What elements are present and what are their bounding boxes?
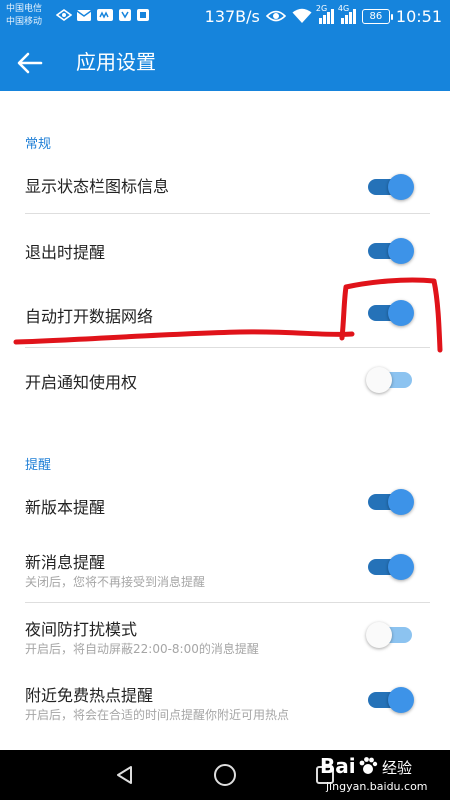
toggle-auto-data[interactable] <box>366 300 414 326</box>
setting-subtitle: 关闭后，您将不再接受到消息提醒 <box>25 575 206 589</box>
setting-title: 夜间防打扰模式 <box>25 620 138 639</box>
setting-title: 新版本提醒 <box>25 498 106 517</box>
signal-2g: 2G <box>316 4 334 24</box>
toggle-notification-access[interactable] <box>366 367 414 393</box>
carrier-2: 中国移动 <box>6 17 43 27</box>
carrier-info: 中国电信 中国移动 <box>6 3 42 29</box>
carrier-1: 中国电信 <box>6 4 43 14</box>
network-speed: 137B/s <box>204 6 260 26</box>
settings-list: 常规 显示状态栏图标信息 退出时提醒 自动打开数据网络 开启通知使用权 提醒 新… <box>0 91 450 750</box>
app-notification-icon <box>118 7 132 26</box>
setting-row-exit-reminder[interactable]: 退出时提醒 <box>0 227 450 279</box>
watermark-url: jingyan.baidu.com <box>326 780 428 793</box>
setting-row-night-mode[interactable]: 夜间防打扰模式 开启后，将自动屏蔽22:00-8:00的消息提醒 <box>0 609 450 667</box>
divider <box>25 213 430 214</box>
setting-row-hotspot[interactable]: 附近免费热点提醒 开启后，将会在合适的时间点提醒你附近可用热点 <box>0 675 450 733</box>
battery-level: 86 <box>369 10 383 22</box>
circle-home-icon <box>214 764 236 786</box>
section-header-reminders: 提醒 <box>25 458 52 473</box>
toggle-knob <box>388 489 414 515</box>
toggle-night-mode[interactable] <box>366 622 414 648</box>
setting-row-new-message[interactable]: 新消息提醒 关闭后，您将不再接受到消息提醒 <box>0 543 450 601</box>
battery-icon: 86 <box>361 8 393 24</box>
signal-4g: 4G <box>338 4 356 24</box>
arrow-left-icon <box>17 52 43 74</box>
setting-row-status-icon[interactable]: 显示状态栏图标信息 <box>0 161 450 213</box>
setting-subtitle: 开启后，将会在合适的时间点提醒你附近可用热点 <box>25 708 290 722</box>
divider <box>25 347 430 348</box>
setting-title: 显示状态栏图标信息 <box>25 177 170 196</box>
eye-comfort-icon <box>265 9 286 23</box>
setting-title: 附近免费热点提醒 <box>25 686 154 705</box>
setting-title: 开启通知使用权 <box>25 373 138 392</box>
status-indicators: 137B/s 2G 4G 86 10:51 <box>199 4 442 28</box>
label-4g: 4G <box>337 4 350 13</box>
toggle-exit-reminder[interactable] <box>366 238 414 264</box>
section-header-general: 常规 <box>25 137 52 152</box>
image-icon <box>136 7 150 26</box>
divider <box>25 602 430 603</box>
toggle-knob <box>366 367 392 393</box>
wifi-app-icon <box>96 7 114 26</box>
setting-title: 退出时提醒 <box>25 243 106 262</box>
toggle-knob <box>388 238 414 264</box>
toggle-hotspot[interactable] <box>366 687 414 713</box>
toggle-knob <box>388 300 414 326</box>
setting-title: 新消息提醒 <box>25 553 106 572</box>
nav-home-button[interactable] <box>208 758 242 792</box>
toggle-status-icon[interactable] <box>366 174 414 200</box>
watermark-text: 经验 <box>382 759 413 777</box>
toggle-knob <box>366 622 392 648</box>
mail-icon <box>76 7 92 26</box>
setting-row-auto-data[interactable]: 自动打开数据网络 <box>0 291 450 343</box>
toggle-knob <box>388 174 414 200</box>
toggle-knob <box>388 687 414 713</box>
status-bar: 中国电信 中国移动 137B/s 2G 4G 86 10:51 <box>0 0 450 34</box>
triangle-back-icon <box>117 766 132 784</box>
notification-icons <box>55 6 154 26</box>
back-button[interactable] <box>10 43 50 83</box>
toggle-new-message[interactable] <box>366 554 414 580</box>
eye-logo-icon <box>55 7 73 26</box>
setting-row-notification-access[interactable]: 开启通知使用权 <box>0 357 450 409</box>
toggle-new-version[interactable] <box>366 489 414 515</box>
paw-logo-icon <box>359 757 378 774</box>
app-bar: 应用设置 <box>0 34 450 91</box>
setting-subtitle: 开启后，将自动屏蔽22:00-8:00的消息提醒 <box>25 642 259 656</box>
label-2g: 2G <box>315 4 328 13</box>
clock: 10:51 <box>395 6 442 26</box>
page-title: 应用设置 <box>76 50 156 74</box>
setting-title: 自动打开数据网络 <box>25 307 154 326</box>
nav-back-button[interactable] <box>108 758 142 792</box>
wifi-signal-icon <box>292 8 312 24</box>
toggle-knob <box>388 554 414 580</box>
baidu-watermark: Bai 经验 jingyan.baidu.com <box>320 752 438 796</box>
setting-row-new-version[interactable]: 新版本提醒 <box>0 481 450 533</box>
watermark-logo: Bai <box>320 754 356 778</box>
